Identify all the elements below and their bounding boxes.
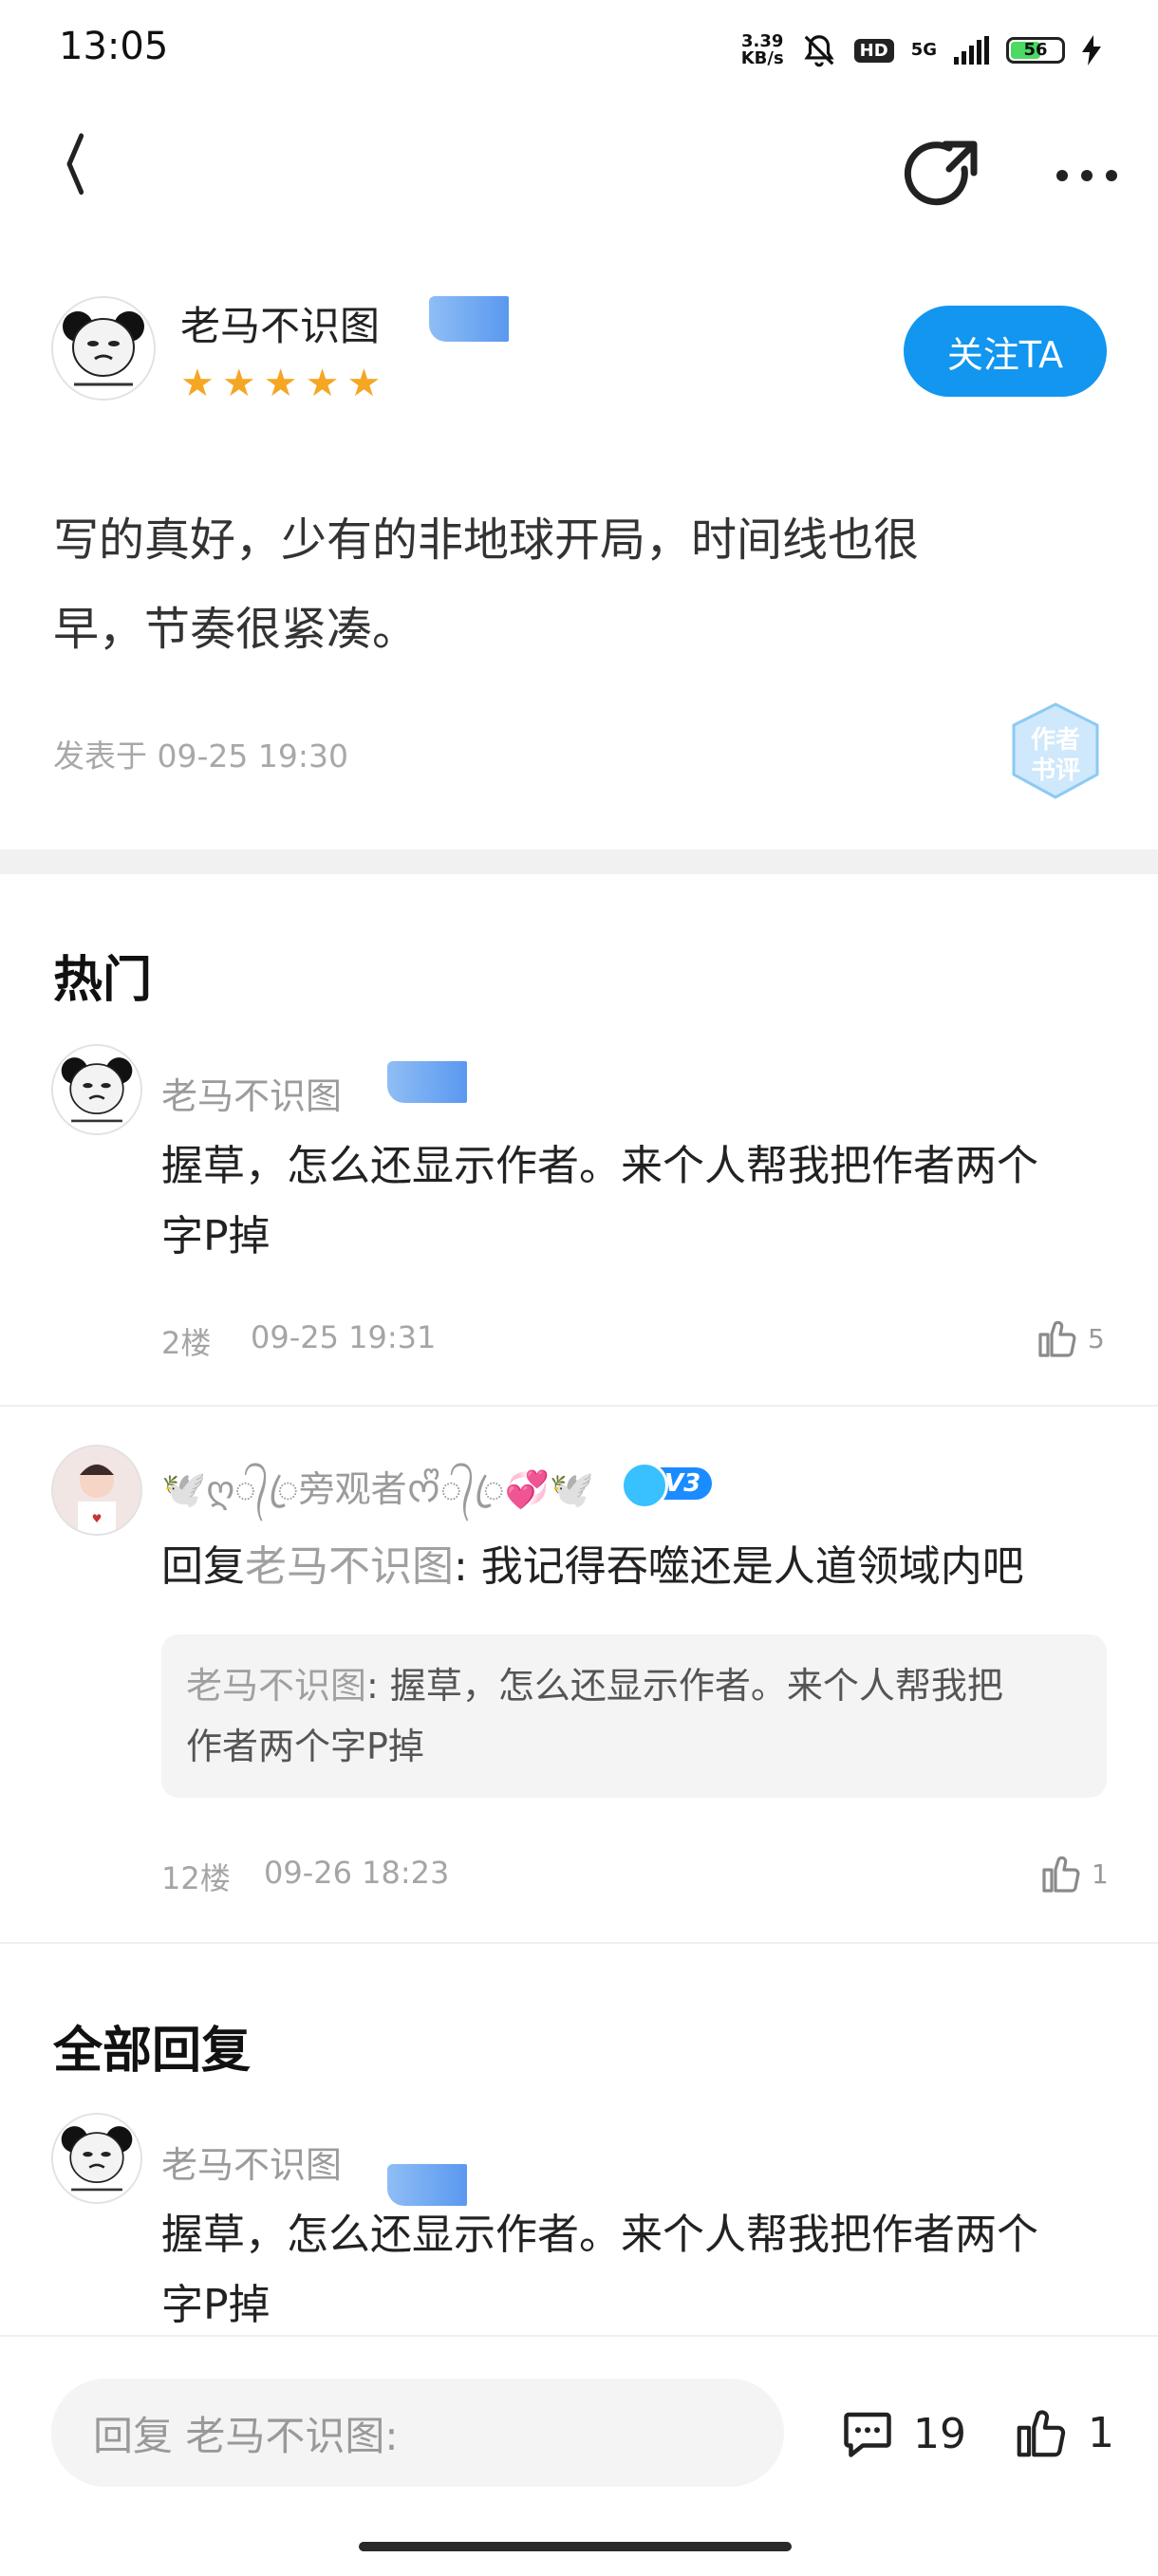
quoted-user: 老马不识图 (186, 1665, 367, 1707)
user-tag-badge (429, 296, 509, 342)
comments-button[interactable]: 19 (839, 2405, 966, 2462)
all-replies-title: 全部回复 (53, 2023, 252, 2080)
comment-like-button[interactable]: 1 (1038, 1851, 1109, 1896)
user-tag-badge (387, 1061, 467, 1103)
status-icons: 3.39 KB/s HD 5G 56 (741, 28, 1101, 72)
share-icon (904, 140, 978, 206)
author-name[interactable]: 老马不识图 (180, 294, 380, 352)
commenter-avatar[interactable]: ♥ (51, 1445, 142, 1536)
rating-stars: ★ ★ ★ ★ ★ (180, 364, 381, 402)
comment-like-button[interactable]: 5 (1035, 1316, 1105, 1361)
status-time: 13:05 (59, 25, 169, 68)
panda-meme-avatar (53, 2115, 140, 2202)
svg-text:书评: 书评 (1031, 756, 1080, 785)
more-dots-icon (1056, 170, 1117, 181)
network-speed: 3.39 KB/s (740, 31, 784, 68)
star-icon: ★ (221, 362, 256, 405)
chevron-left-icon (66, 133, 84, 196)
thumbs-up-icon (1042, 1856, 1080, 1893)
panda-meme-avatar (53, 298, 154, 399)
home-indicator[interactable] (359, 2542, 792, 2551)
svg-text:作者: 作者 (1031, 726, 1080, 755)
comment-time: 09-25 19:31 (251, 1319, 437, 1355)
reply-text[interactable]: 回复老马不识图: 我记得吞噬还是人道领域内吧 (161, 1532, 1111, 1602)
user-photo-avatar: ♥ (53, 1447, 140, 1534)
panda-meme-avatar (53, 1046, 140, 1133)
battery-icon: 56 (1006, 37, 1065, 64)
level-badge: V3 (621, 1462, 713, 1509)
commenter-name[interactable]: 老马不识图 (161, 1067, 342, 1119)
commenter-name[interactable]: 🕊️ღ᭄ꦿ旁观者ᰔᩚ᭄ꦿ💞🕊️ (161, 1460, 594, 1535)
star-icon: ★ (263, 362, 298, 405)
comment-divider (0, 1405, 1158, 1407)
comment-text[interactable]: 握草，怎么还显示作者。来个人帮我把作者两个 字P掉 (161, 1131, 1111, 1272)
post-time: 发表于 09-25 19:30 (53, 737, 348, 775)
comment-floor: 2楼 (161, 1325, 212, 1361)
commenter-name[interactable]: 老马不识图 (161, 2136, 342, 2188)
reply-to-user[interactable]: 老马不识图 (245, 1542, 454, 1591)
author-avatar[interactable] (51, 296, 156, 401)
signal-icon (954, 36, 989, 65)
badge-icon: 作者 书评 (1012, 702, 1099, 799)
commenter-avatar[interactable] (51, 1044, 142, 1135)
network-type: 5G (910, 40, 937, 60)
commenter-avatar[interactable] (51, 2113, 142, 2204)
section-divider (0, 849, 1158, 874)
comment-count: 19 (913, 2409, 966, 2458)
comment-text[interactable]: 握草，怎么还显示作者。来个人帮我把作者两个 字P掉 (161, 2200, 1111, 2341)
star-icon: ★ (180, 362, 215, 405)
follow-button[interactable]: 关注TA (904, 306, 1107, 397)
comment-floor: 12楼 (161, 1860, 231, 1896)
like-button[interactable]: 1 (1012, 2403, 1114, 2462)
level-avatar-icon (621, 1462, 668, 1509)
review-text: 写的真好，少有的非地球开局，时间线也很 早，节奏很紧凑。 (53, 513, 920, 656)
comment-time: 09-26 18:23 (264, 1855, 450, 1891)
hd-badge: HD (853, 38, 894, 63)
svg-text:♥: ♥ (92, 1512, 103, 1525)
comment-bubble-icon (844, 2412, 891, 2457)
charging-icon (1082, 35, 1101, 65)
mute-bell-icon (804, 35, 834, 67)
back-button[interactable] (47, 133, 114, 209)
thumbs-up-icon (1038, 1320, 1076, 1357)
comment-divider (0, 1942, 1158, 1944)
like-count: 1 (1088, 2408, 1114, 2457)
star-icon: ★ (346, 362, 382, 405)
thumbs-up-icon (1017, 2410, 1066, 2457)
hot-section-title: 热门 (53, 952, 153, 1009)
author-review-badge: 作者 书评 (1004, 700, 1107, 803)
star-icon: ★ (305, 362, 340, 405)
reply-input[interactable]: 回复 老马不识图: (51, 2379, 784, 2487)
more-options-button[interactable] (1049, 147, 1125, 204)
share-button[interactable] (902, 133, 987, 218)
quoted-comment[interactable]: 老马不识图: 握草，怎么还显示作者。来个人帮我把 作者两个字P掉 (161, 1634, 1107, 1798)
